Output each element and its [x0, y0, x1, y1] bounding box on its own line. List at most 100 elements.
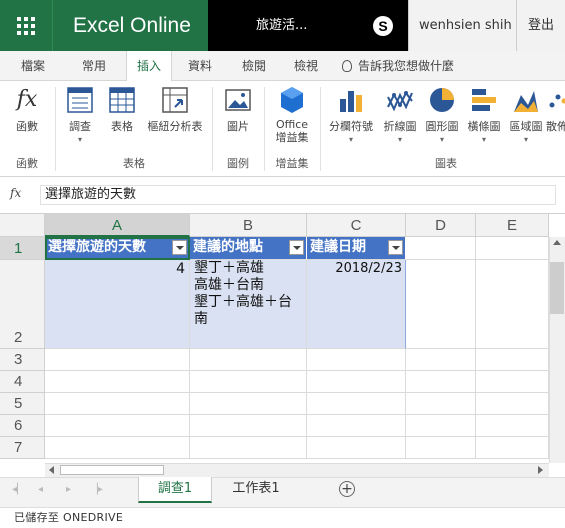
office-addins-button[interactable]: Office 增益集	[270, 85, 314, 144]
column-header-b[interactable]: B	[190, 214, 307, 237]
column-header-d[interactable]: D	[406, 214, 476, 237]
cell[interactable]	[307, 415, 406, 437]
cell[interactable]	[45, 349, 190, 371]
cell[interactable]	[406, 349, 476, 371]
cell[interactable]	[476, 415, 549, 437]
cell[interactable]	[476, 237, 549, 260]
sheet-tab-sheet1[interactable]: 工作表1	[220, 477, 292, 501]
cell[interactable]	[307, 393, 406, 415]
row-header-7[interactable]: 7	[0, 437, 45, 459]
select-all-corner[interactable]	[0, 214, 45, 237]
table-button[interactable]: 表格	[104, 85, 140, 134]
cell[interactable]	[406, 393, 476, 415]
tab-view[interactable]: 檢視	[286, 51, 326, 81]
cell[interactable]	[476, 349, 549, 371]
table-header-cell[interactable]: 選擇旅遊的天數	[45, 237, 190, 260]
cell[interactable]	[476, 371, 549, 393]
table-header-cell[interactable]: 建議日期	[307, 237, 406, 260]
app-launcher-button[interactable]	[0, 0, 52, 51]
cell[interactable]	[406, 415, 476, 437]
tab-data[interactable]: 資料	[180, 51, 220, 81]
next-sheet-icon[interactable]: ▸	[66, 484, 71, 495]
picture-button[interactable]: 圖片	[220, 85, 256, 134]
cell[interactable]	[307, 371, 406, 393]
document-title[interactable]: 旅遊活...	[208, 0, 358, 51]
cell[interactable]	[45, 437, 190, 459]
formula-input[interactable]: 選擇旅遊的天數	[40, 185, 556, 205]
column-chart-button[interactable]: 分欄符號 ▾	[326, 85, 376, 144]
table-cell[interactable]: 2018/2/23	[307, 260, 406, 349]
area-chart-button[interactable]: 區域圖 ▾	[506, 85, 546, 144]
pie-chart-button[interactable]: 圓形圖 ▾	[422, 85, 462, 144]
cell[interactable]	[190, 415, 307, 437]
cell[interactable]	[190, 437, 307, 459]
cell[interactable]	[45, 393, 190, 415]
signout-link[interactable]: 登出	[516, 0, 565, 51]
scatter-chart-button[interactable]: 散佈	[546, 85, 565, 134]
tab-insert[interactable]: 插入	[126, 51, 172, 82]
cell[interactable]	[190, 393, 307, 415]
app-title[interactable]: Excel Online	[52, 0, 208, 51]
cell[interactable]	[476, 260, 549, 349]
sheet-tab-survey1[interactable]: 調查1	[138, 477, 212, 503]
table-header-cell[interactable]: 建議的地點	[190, 237, 307, 260]
table-cell[interactable]: 墾丁＋高雄 高雄＋台南 墾丁＋高雄＋台 南	[190, 260, 307, 349]
fx-icon[interactable]: fx	[10, 186, 36, 204]
office-addins-label-2: 增益集	[275, 131, 309, 144]
filter-dropdown-icon[interactable]	[388, 240, 403, 255]
cell[interactable]	[406, 237, 476, 260]
user-name[interactable]: wenhsien shih	[408, 0, 516, 51]
cell[interactable]	[476, 437, 549, 459]
scroll-right-icon[interactable]	[538, 466, 543, 474]
line-chart-icon	[387, 91, 413, 112]
row-header-5[interactable]: 5	[0, 393, 45, 415]
cell[interactable]	[307, 437, 406, 459]
last-sheet-icon[interactable]: ▕▸	[90, 484, 103, 495]
lightbulb-icon	[342, 60, 352, 72]
filter-dropdown-icon[interactable]	[289, 240, 304, 255]
pivot-icon	[162, 87, 188, 113]
scroll-up-icon[interactable]	[553, 240, 561, 245]
cell[interactable]	[45, 371, 190, 393]
tab-review[interactable]: 檢閱	[234, 51, 274, 81]
worksheet-grid[interactable]: A B C D E 1 2 3 4 5 6 7 選擇旅遊的天數 建議的地點 建議…	[0, 213, 565, 463]
skype-button[interactable]: S	[358, 0, 408, 51]
line-chart-button[interactable]: 折線圖 ▾	[380, 85, 420, 144]
row-header-2[interactable]: 2	[0, 260, 45, 349]
add-sheet-icon[interactable]: +	[339, 481, 355, 497]
row-header-3[interactable]: 3	[0, 349, 45, 371]
cell[interactable]	[307, 349, 406, 371]
column-header-c[interactable]: C	[307, 214, 406, 237]
filter-dropdown-icon[interactable]	[172, 240, 187, 255]
column-header-a[interactable]: A	[45, 214, 190, 237]
cell[interactable]	[406, 260, 476, 349]
cell[interactable]	[190, 371, 307, 393]
first-sheet-icon[interactable]: ◂▏	[12, 484, 25, 495]
table-cell[interactable]: 4	[45, 260, 190, 349]
cell[interactable]	[45, 415, 190, 437]
cell[interactable]	[406, 437, 476, 459]
vertical-scroll-thumb[interactable]	[550, 262, 564, 314]
row-header-4[interactable]: 4	[0, 371, 45, 393]
table-icon	[109, 87, 135, 113]
bar-chart-button[interactable]: 橫條圖 ▾	[464, 85, 504, 144]
scroll-left-icon[interactable]	[49, 466, 54, 474]
column-header-e[interactable]: E	[476, 214, 549, 237]
group-label-addins: 增益集	[275, 157, 309, 170]
formula-bar: fx 選擇旅遊的天數	[0, 177, 565, 213]
pivot-table-button[interactable]: 樞紐分析表	[144, 85, 206, 134]
tab-file[interactable]: 檔案	[14, 51, 52, 81]
tell-me-search[interactable]: 告訴我您想做什麼	[342, 51, 466, 81]
tab-home[interactable]: 常用	[74, 51, 114, 81]
row-header-1[interactable]: 1	[0, 237, 45, 260]
function-button[interactable]: fx 函數	[10, 85, 44, 134]
table-header-label: 建議的地點	[193, 239, 263, 255]
cell[interactable]	[190, 349, 307, 371]
cell[interactable]	[476, 393, 549, 415]
horizontal-scroll-thumb[interactable]	[60, 465, 164, 475]
cell[interactable]	[406, 371, 476, 393]
survey-button[interactable]: 調查 ▾	[62, 85, 98, 144]
prev-sheet-icon[interactable]: ◂	[38, 484, 43, 495]
pivot-table-label: 樞紐分析表	[147, 120, 203, 133]
row-header-6[interactable]: 6	[0, 415, 45, 437]
